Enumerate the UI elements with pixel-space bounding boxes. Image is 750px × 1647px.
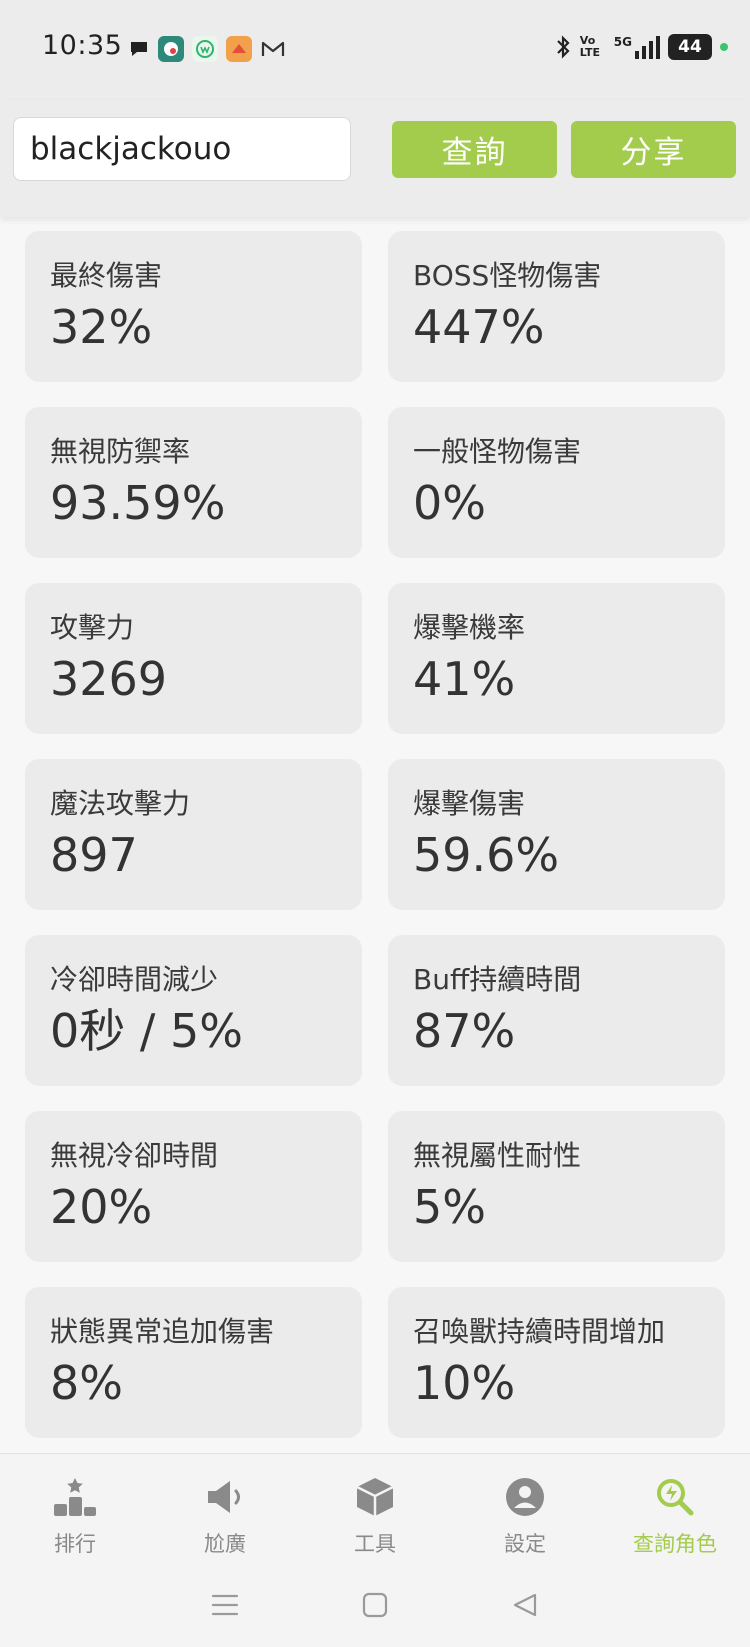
network-type-label: 5G: [613, 34, 632, 49]
nav-label: 工具: [354, 1532, 396, 1556]
stat-value: 59.6%: [413, 828, 560, 882]
system-navigation-bar: [0, 1563, 750, 1647]
privacy-dot-icon: [720, 43, 728, 51]
back-triangle-icon: [513, 1593, 537, 1617]
stat-label: 無視冷卻時間: [50, 1139, 219, 1172]
stat-card-abnormal-status-damage: 狀態異常追加傷害 8%: [25, 1287, 362, 1438]
back-button[interactable]: [450, 1591, 600, 1619]
stat-value: 32%: [50, 300, 153, 354]
stat-value: 0%: [413, 476, 486, 530]
nav-label: 查詢角色: [633, 1532, 717, 1556]
battery-icon: 44: [668, 34, 712, 60]
stat-label: BOSS怪物傷害: [413, 259, 602, 292]
nav-item-character-lookup[interactable]: 查詢角色: [600, 1454, 750, 1564]
search-header: 查詢 分享: [0, 100, 750, 217]
bird-app-icon: [158, 36, 184, 62]
home-square-icon: [362, 1592, 388, 1618]
stat-label: 無視屬性耐性: [413, 1139, 582, 1172]
status-indicators: Vo LTE 5G 44: [554, 34, 728, 60]
stat-value: 87%: [413, 1004, 516, 1058]
nav-item-settings[interactable]: 設定: [450, 1454, 600, 1564]
stat-card-final-damage: 最終傷害 32%: [25, 231, 362, 382]
stat-value: 0秒 / 5%: [50, 1004, 243, 1058]
stat-card-cooldown-reduction: 冷卻時間減少 0秒 / 5%: [25, 935, 362, 1086]
stat-card-magic-attack: 魔法攻擊力 897: [25, 759, 362, 910]
stat-card-attack: 攻擊力 3269: [25, 583, 362, 734]
status-time: 10:35: [42, 30, 123, 61]
stats-grid: 最終傷害 32% BOSS怪物傷害 447% 無視防禦率 93.59% 一般怪物…: [25, 231, 725, 1438]
stat-card-critical-rate: 爆擊機率 41%: [388, 583, 725, 734]
stat-value: 93.59%: [50, 476, 226, 530]
stat-value: 20%: [50, 1180, 153, 1234]
bottom-navigation: 排行 尬廣 工具 設定 查詢角色: [0, 1453, 750, 1564]
stat-card-ignore-cooldown: 無視冷卻時間 20%: [25, 1111, 362, 1262]
stat-label: 魔法攻擊力: [50, 787, 191, 820]
gmail-icon: [261, 41, 285, 56]
stat-value: 8%: [50, 1356, 123, 1410]
stat-value: 447%: [413, 300, 545, 354]
account-icon: [502, 1474, 548, 1520]
stat-label: 爆擊機率: [413, 611, 526, 644]
nav-item-ads[interactable]: 尬廣: [150, 1454, 300, 1564]
stat-card-buff-duration: Buff持續時間 87%: [388, 935, 725, 1086]
search-character-icon: [652, 1474, 698, 1520]
stat-label: 召喚獸持續時間增加: [413, 1315, 666, 1348]
bluetooth-icon: [557, 35, 570, 59]
stat-card-summon-duration: 召喚獸持續時間增加 10%: [388, 1287, 725, 1438]
stat-card-ignore-elemental-resistance: 無視屬性耐性 5%: [388, 1111, 725, 1262]
character-search-input[interactable]: [13, 117, 351, 181]
podium-icon: [52, 1474, 98, 1520]
volte-label: Vo LTE: [579, 34, 601, 59]
stat-card-critical-damage: 爆擊傷害 59.6%: [388, 759, 725, 910]
menu-icon: [211, 1594, 239, 1616]
stat-label: 爆擊傷害: [413, 787, 526, 820]
stat-label: 狀態異常追加傷害: [50, 1315, 275, 1348]
stat-label: 一般怪物傷害: [413, 435, 582, 468]
stat-label: Buff持續時間: [413, 963, 582, 996]
stat-value: 10%: [413, 1356, 516, 1410]
stat-card-ignore-defense: 無視防禦率 93.59%: [25, 407, 362, 558]
nav-label: 排行: [54, 1532, 96, 1556]
menu-button[interactable]: [150, 1592, 300, 1618]
home-button[interactable]: [300, 1591, 450, 1619]
stat-card-normal-monster-damage: 一般怪物傷害 0%: [388, 407, 725, 558]
stat-value: 5%: [413, 1180, 486, 1234]
stat-value: 41%: [413, 652, 516, 706]
query-button[interactable]: 查詢: [392, 121, 557, 178]
chat-bubble-icon: [131, 42, 147, 56]
stat-value: 897: [50, 828, 138, 882]
share-button[interactable]: 分享: [571, 121, 736, 178]
box-icon: [352, 1474, 398, 1520]
stat-label: 攻擊力: [50, 611, 135, 644]
stat-label: 冷卻時間減少: [50, 963, 219, 996]
megaphone-icon: [202, 1474, 248, 1520]
nav-label: 設定: [504, 1532, 546, 1556]
nav-item-tools[interactable]: 工具: [300, 1454, 450, 1564]
nav-label: 尬廣: [204, 1532, 246, 1556]
notification-icons: [128, 36, 286, 62]
w-app-icon: [192, 36, 218, 62]
stat-label: 無視防禦率: [50, 435, 191, 468]
signal-icon: 5G: [613, 34, 660, 59]
game-app-icon: [226, 36, 252, 62]
nav-item-ranking[interactable]: 排行: [0, 1454, 150, 1564]
stat-card-boss-damage: BOSS怪物傷害 447%: [388, 231, 725, 382]
stat-value: 3269: [50, 652, 168, 706]
status-bar: 10:35 Vo LTE 5G 44: [0, 0, 750, 100]
stat-label: 最終傷害: [50, 259, 163, 292]
